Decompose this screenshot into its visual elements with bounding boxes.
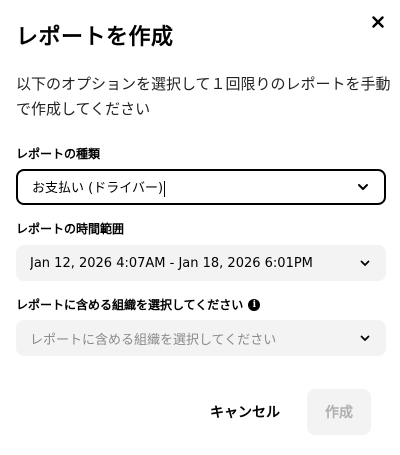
- create-report-dialog: レポートを作成 以下のオプションを選択して１回限りのレポートを手動で作成してくだ…: [0, 0, 400, 455]
- time-range-value: Jan 12, 2026 4:07AM - Jan 18, 2026 6:01P…: [30, 255, 313, 271]
- chevron-down-icon: [358, 331, 372, 345]
- close-icon: [372, 16, 384, 28]
- organizations-label-text: レポートに含める組織を選択してください: [16, 298, 244, 312]
- dialog-description: 以下のオプションを選択して１回限りのレポートを手動で作成してください: [16, 75, 391, 118]
- text-cursor: [164, 180, 166, 197]
- chevron-down-icon: [356, 180, 370, 194]
- report-type-value-wrap: お支払い (ドライバー): [32, 177, 356, 197]
- close-button[interactable]: [366, 10, 390, 34]
- dialog-title: レポートを作成: [16, 25, 174, 50]
- organizations-select[interactable]: レポートに含める組織を選択してください: [16, 320, 386, 356]
- report-type-value: お支払い (ドライバー): [32, 181, 164, 197]
- report-type-label-text: レポートの種類: [16, 147, 101, 161]
- cancel-button[interactable]: キャンセル: [204, 390, 286, 434]
- time-range-select[interactable]: Jan 12, 2026 4:07AM - Jan 18, 2026 6:01P…: [16, 245, 386, 281]
- organizations-placeholder: レポートに含める組織を選択してください: [30, 332, 277, 348]
- report-type-select[interactable]: お支払い (ドライバー): [16, 169, 386, 205]
- time-range-label: レポートの時間範囲: [16, 221, 124, 237]
- report-type-label: レポートの種類: [16, 146, 100, 162]
- time-range-label-text: レポートの時間範囲: [16, 222, 125, 236]
- organizations-label: レポートに含める組織を選択してください i: [16, 297, 261, 313]
- info-icon[interactable]: i: [248, 299, 261, 311]
- create-button[interactable]: 作成: [307, 389, 371, 435]
- chevron-down-icon: [358, 256, 372, 270]
